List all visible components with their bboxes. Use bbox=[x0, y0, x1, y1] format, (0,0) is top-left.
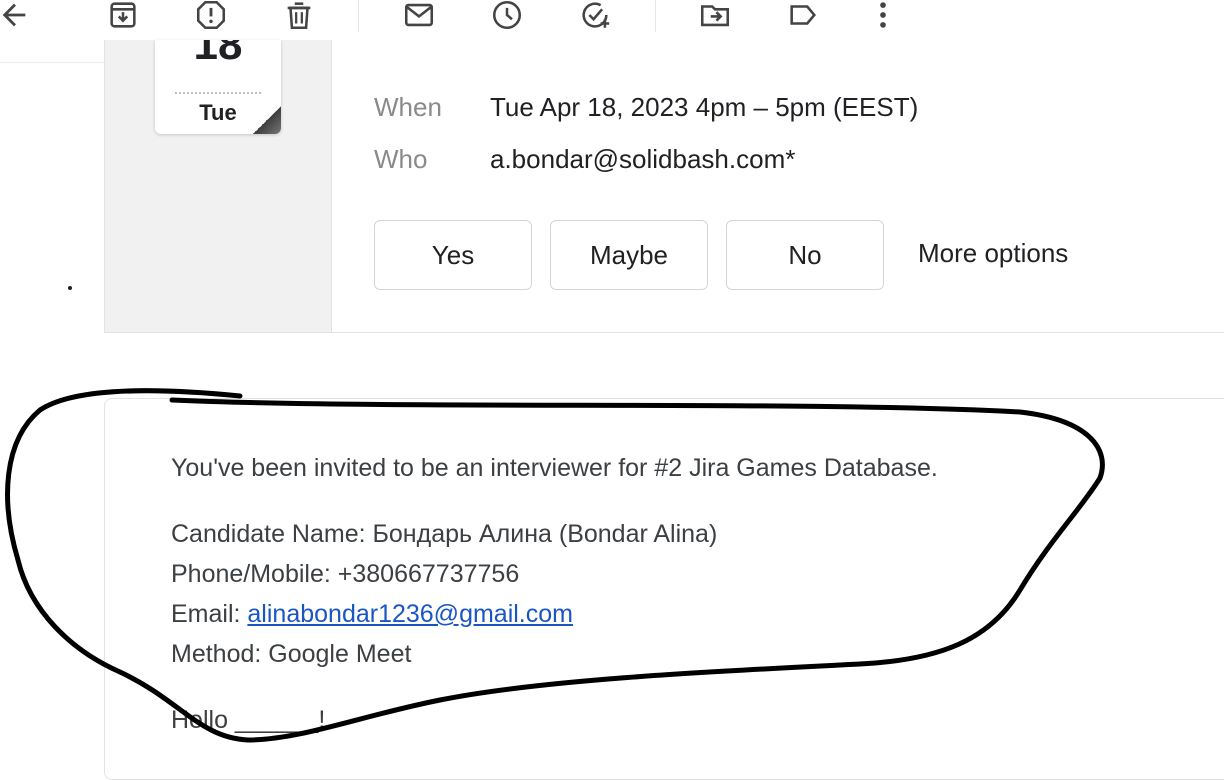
more-options-link[interactable]: More options bbox=[918, 238, 1068, 269]
who-value[interactable]: a.bondar@solidbash.com* bbox=[490, 144, 795, 175]
greeting: Hello ______! bbox=[171, 706, 326, 734]
report-spam-icon[interactable] bbox=[191, 0, 231, 32]
toolbar-divider bbox=[655, 0, 656, 32]
more-vert-icon[interactable] bbox=[863, 0, 903, 32]
interview-method: Method: Google Meet bbox=[171, 640, 412, 668]
toolbar-divider bbox=[358, 0, 359, 32]
candidate-phone: Phone/Mobile: +380667737756 bbox=[171, 560, 520, 588]
date-number: 18 bbox=[193, 40, 243, 69]
email-label: Email: bbox=[171, 600, 248, 628]
add-to-tasks-icon[interactable] bbox=[575, 0, 615, 32]
who-label: Who bbox=[374, 144, 428, 174]
rsvp-no-button[interactable]: No bbox=[726, 220, 884, 290]
page-fold-icon bbox=[253, 106, 281, 134]
delete-icon[interactable] bbox=[279, 0, 319, 32]
move-to-icon[interactable] bbox=[695, 0, 735, 32]
back-arrow-icon[interactable] bbox=[0, 0, 34, 32]
invite-date-panel: 18 Tue bbox=[105, 40, 332, 332]
archive-icon[interactable] bbox=[103, 0, 143, 32]
snooze-icon[interactable] bbox=[487, 0, 527, 32]
when-value: Tue Apr 18, 2023 4pm – 5pm (EEST) bbox=[490, 92, 919, 122]
calendar-date-tile: 18 Tue bbox=[155, 40, 281, 134]
candidate-email-link[interactable]: alinabondar1236@gmail.com bbox=[247, 600, 573, 628]
candidate-email-row: Email: alinabondar1236@gmail.com bbox=[171, 600, 573, 629]
when-label: When bbox=[374, 92, 442, 122]
stray-dot bbox=[68, 286, 72, 290]
label-icon[interactable] bbox=[783, 0, 823, 32]
mark-unread-icon[interactable] bbox=[399, 0, 439, 32]
date-divider bbox=[175, 92, 261, 94]
rsvp-yes-button[interactable]: Yes bbox=[374, 220, 532, 290]
rsvp-maybe-button[interactable]: Maybe bbox=[550, 220, 708, 290]
candidate-name: Candidate Name: Бондарь Алина (Bondar Al… bbox=[171, 520, 718, 548]
invitation-intro: You've been invited to be an interviewer… bbox=[171, 454, 938, 482]
